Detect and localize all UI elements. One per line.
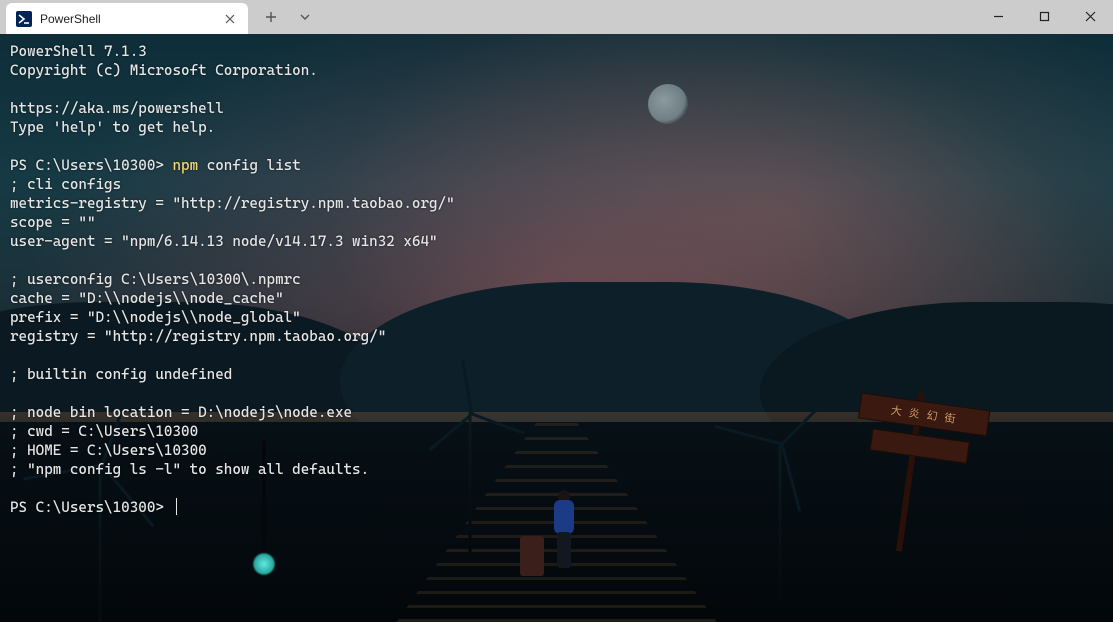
output-line: registry = "http://registry.npm.taobao.o… [10, 328, 386, 345]
cursor [176, 498, 177, 515]
output-line: prefix = "D:\\nodejs\\node_global" [10, 309, 301, 326]
close-window-button[interactable] [1067, 0, 1113, 32]
output-line: cache = "D:\\nodejs\\node_cache" [10, 290, 284, 307]
output-line: ; cwd = C:\Users\10300 [10, 423, 198, 440]
titlebar: PowerShell [0, 0, 1113, 34]
tab-powershell[interactable]: PowerShell [6, 3, 248, 34]
output-line: PowerShell 7.1.3 [10, 43, 147, 60]
chevron-down-icon [299, 11, 311, 23]
output-line: ; HOME = C:\Users\10300 [10, 442, 207, 459]
terminal-pane[interactable]: 大 炎 幻 街 PowerShell 7.1.3 Copyright (c) M… [0, 34, 1113, 622]
command-name: npm [172, 157, 198, 174]
output-line: ; "npm config ls -l" to show all default… [10, 461, 369, 478]
new-tab-button[interactable] [256, 2, 286, 32]
output-line: Copyright (c) Microsoft Corporation. [10, 62, 318, 79]
output-line: ; userconfig C:\Users\10300\.npmrc [10, 271, 301, 288]
output-line: scope = "" [10, 214, 96, 231]
close-icon [225, 14, 235, 24]
output-line: Type 'help' to get help. [10, 119, 215, 136]
command-args: config list [198, 157, 301, 174]
app-window: PowerShell [0, 0, 1113, 622]
minimize-button[interactable] [975, 0, 1021, 32]
window-controls [975, 0, 1113, 32]
output-line: metrics-registry = "http://registry.npm.… [10, 195, 455, 212]
maximize-button[interactable] [1021, 0, 1067, 32]
terminal-output: PowerShell 7.1.3 Copyright (c) Microsoft… [0, 34, 1113, 622]
prompt: PS C:\Users\10300> [10, 499, 172, 516]
plus-icon [265, 11, 277, 23]
output-line: ; node bin location = D:\nodejs\node.exe [10, 404, 352, 421]
output-line: ; cli configs [10, 176, 121, 193]
output-line: user-agent = "npm/6.14.13 node/v14.17.3 … [10, 233, 438, 250]
minimize-icon [993, 11, 1004, 22]
tab-title: PowerShell [40, 12, 214, 26]
close-icon [1085, 11, 1096, 22]
tab-dropdown-button[interactable] [290, 2, 320, 32]
powershell-icon [16, 11, 32, 27]
output-line: https://aka.ms/powershell [10, 100, 224, 117]
tab-actions [256, 0, 320, 34]
output-line: ; builtin config undefined [10, 366, 232, 383]
tab-close-button[interactable] [222, 11, 238, 27]
prompt: PS C:\Users\10300> [10, 157, 172, 174]
maximize-icon [1039, 11, 1050, 22]
